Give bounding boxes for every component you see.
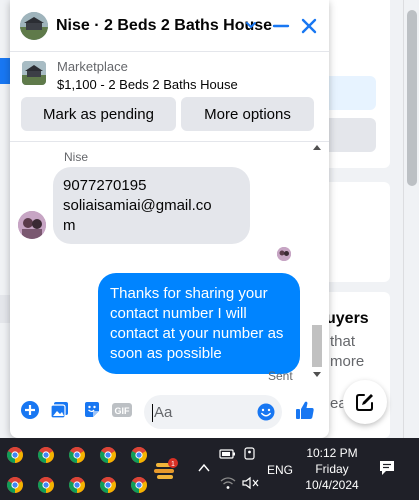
clock-date: 10/4/2024: [305, 478, 359, 492]
chrome-taskbar-icon[interactable]: [6, 476, 24, 494]
minimize-icon[interactable]: [270, 14, 292, 38]
camera-privacy-icon[interactable]: [243, 446, 257, 462]
more-options-button[interactable]: More options: [181, 97, 314, 131]
clock-time: 10:12 PM: [306, 446, 358, 460]
scroll-up-arrow-icon[interactable]: [313, 145, 321, 150]
clock-day: Friday: [315, 462, 349, 476]
taskbar-clock[interactable]: 10:12 PM Friday 10/4/2024: [300, 445, 364, 493]
listing-thumbnail[interactable]: [22, 61, 46, 85]
photo-icon[interactable]: [50, 400, 70, 420]
svg-text:GIF: GIF: [115, 406, 131, 416]
thread-scrollbar-thumb[interactable]: [312, 325, 322, 367]
weather-widget-icon[interactable]: 1: [152, 457, 178, 483]
close-icon[interactable]: [298, 14, 320, 38]
chrome-taskbar-icon[interactable]: [37, 476, 55, 494]
compose-icon: [356, 394, 373, 411]
gif-icon[interactable]: GIF: [112, 400, 132, 420]
sender-name: Nise: [64, 150, 89, 164]
scroll-down-arrow-icon[interactable]: [313, 372, 321, 377]
plus-circle-icon[interactable]: [20, 400, 40, 420]
marketplace-listing: Marketplace $1,100 - 2 Beds 2 Baths Hous…: [10, 52, 329, 142]
chrome-taskbar-icon[interactable]: [99, 476, 117, 494]
new-message-button[interactable]: [343, 380, 387, 424]
chrome-taskbar-icon[interactable]: [130, 446, 148, 464]
chrome-taskbar-icon[interactable]: [68, 446, 86, 464]
wifi-icon[interactable]: [220, 476, 236, 490]
sticker-icon[interactable]: [82, 400, 102, 420]
outgoing-message[interactable]: Thanks for sharing your contact number I…: [98, 273, 300, 374]
message-composer: GIF Aa: [10, 390, 329, 436]
page-scrollbar-thumb[interactable]: [407, 10, 417, 186]
background-card-heading: uyers: [326, 310, 369, 327]
background-nav-highlight: [0, 58, 10, 84]
listing-source-label: Marketplace: [57, 59, 128, 74]
message-thread: Nise 9077270195 soliaisamiai@gmail.co m …: [10, 143, 329, 388]
thread-scrollbar[interactable]: [311, 143, 323, 383]
chrome-taskbar-icon[interactable]: [37, 446, 55, 464]
chrome-taskbar-icon[interactable]: [68, 476, 86, 494]
conversation-title[interactable]: Nise · 2 Beds 2 Baths House: [56, 17, 272, 35]
read-receipt-avatar: [277, 247, 291, 261]
conversation-avatar[interactable]: [20, 12, 48, 40]
chevron-down-icon[interactable]: [244, 18, 258, 32]
mark-as-pending-button[interactable]: Mark as pending: [21, 97, 176, 131]
chevron-up-icon[interactable]: [197, 461, 211, 475]
svg-text:1: 1: [171, 461, 175, 468]
message-input[interactable]: Aa: [144, 395, 282, 429]
background-left-fragment: [0, 295, 10, 323]
speaker-muted-icon[interactable]: [242, 476, 260, 490]
emoji-icon[interactable]: [256, 402, 276, 422]
text-caret: [152, 404, 153, 422]
battery-icon[interactable]: [219, 447, 237, 461]
page-scrollbar[interactable]: [403, 0, 419, 438]
chrome-taskbar-icon[interactable]: [6, 446, 24, 464]
input-language-indicator[interactable]: ENG: [267, 463, 293, 477]
message-status: Sent: [268, 369, 293, 383]
listing-title[interactable]: $1,100 - 2 Beds 2 Baths House: [57, 77, 238, 92]
message-input-placeholder: Aa: [154, 404, 173, 421]
chrome-taskbar-icon[interactable]: [130, 476, 148, 494]
thumbs-up-icon[interactable]: [294, 399, 316, 421]
chrome-taskbar-icon[interactable]: [99, 446, 117, 464]
chat-header[interactable]: Nise · 2 Beds 2 Baths House: [10, 0, 329, 52]
chat-window: Nise · 2 Beds 2 Baths House Marketplace …: [10, 0, 329, 438]
sender-avatar[interactable]: [18, 211, 46, 239]
incoming-message[interactable]: 9077270195 soliaisamiai@gmail.co m: [53, 167, 250, 244]
notifications-icon[interactable]: [378, 459, 396, 477]
